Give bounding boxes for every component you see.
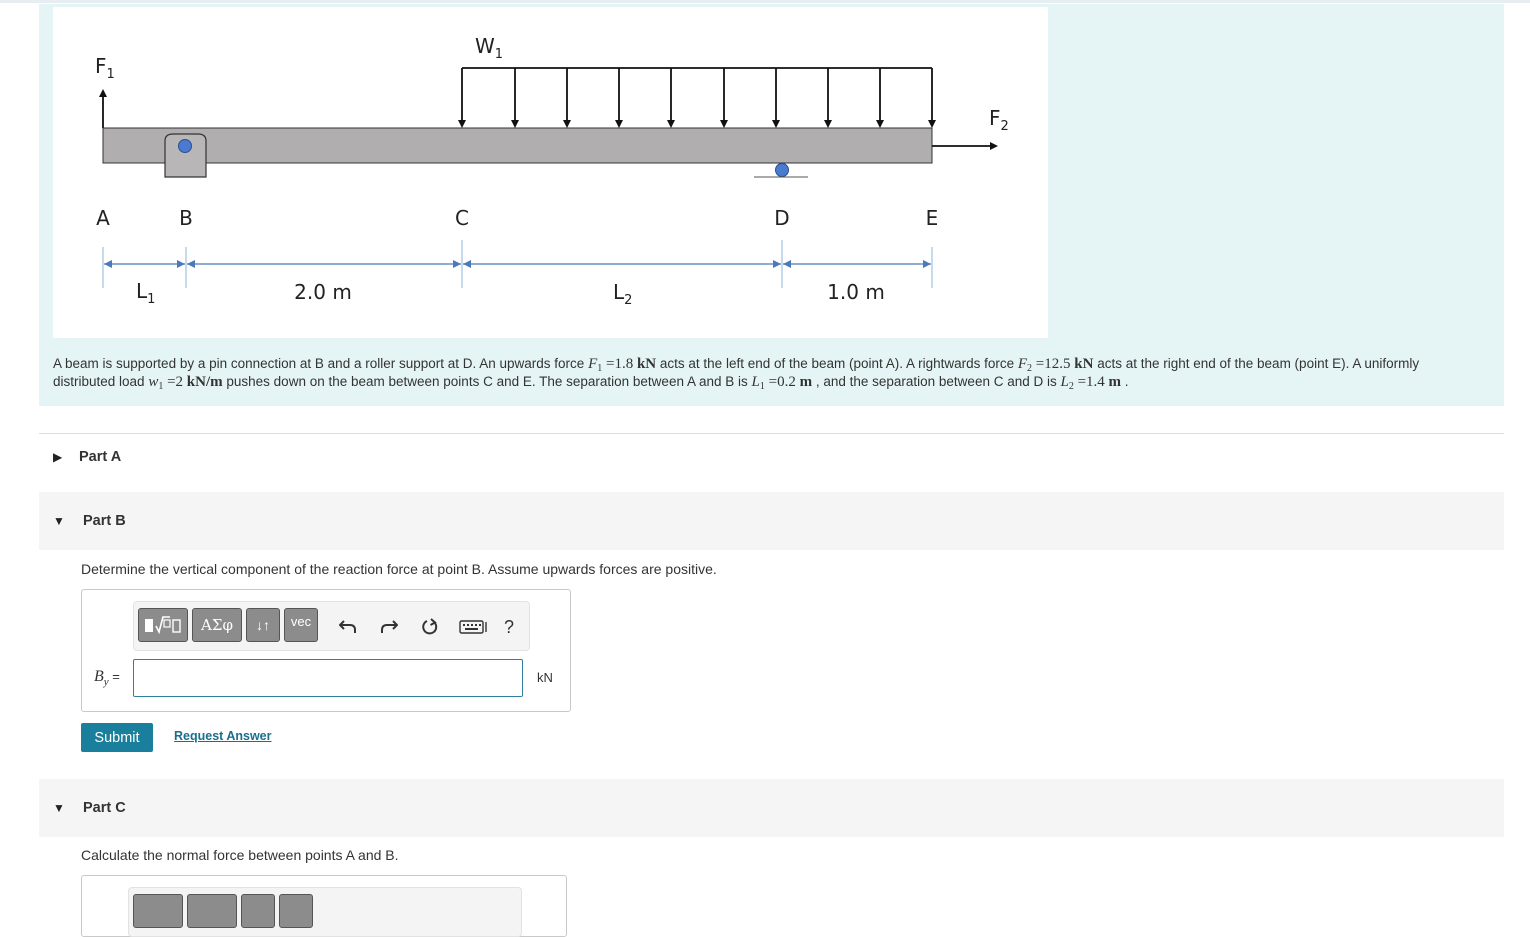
math-f1: F1 =1.8 kN	[588, 356, 657, 374]
keyboard-icon[interactable]	[457, 614, 491, 640]
roller-d	[775, 163, 789, 177]
caret-right-icon: ▶	[53, 450, 63, 464]
part-c-arrows-button[interactable]	[241, 894, 275, 928]
answer-input[interactable]	[133, 659, 523, 697]
part-c-vec-button[interactable]	[279, 894, 313, 928]
math-f2: F2 =12.5 kN	[1017, 356, 1094, 374]
answer-unit: kN	[537, 670, 553, 685]
arrows-button[interactable]: ↓↑	[246, 608, 280, 642]
label-point-e: E	[926, 206, 939, 230]
part-c-templates-button[interactable]	[133, 894, 183, 928]
caret-down-icon: ▼	[53, 514, 65, 528]
beam	[102, 127, 933, 164]
dim-label-l1: L1	[136, 279, 155, 307]
part-b-label: Part B	[83, 513, 126, 529]
math-toolbar: ΑΣφ ↓↑ vec ?	[133, 601, 530, 651]
caret-down-icon: ▼	[53, 801, 65, 815]
part-c-greek-symbols-button[interactable]	[187, 894, 237, 928]
label-point-d: D	[774, 206, 789, 230]
undo-icon[interactable]	[335, 614, 361, 640]
help-icon[interactable]: ?	[496, 614, 522, 640]
redo-icon[interactable]	[376, 614, 402, 640]
part-c-answer-box	[81, 875, 567, 937]
distributed-load-arrows	[458, 68, 936, 128]
templates-button[interactable]	[138, 608, 188, 642]
part-b-header[interactable]: ▼ Part B	[39, 492, 1504, 550]
part-a-header[interactable]: ▶ Part A	[39, 428, 1504, 486]
greek-symbols-button[interactable]: ΑΣφ	[192, 608, 242, 642]
submit-button[interactable]: Submit	[81, 723, 153, 752]
part-c-question: Calculate the normal force between point…	[81, 847, 399, 863]
top-border	[0, 0, 1530, 3]
label-point-c: C	[455, 206, 469, 230]
part-c-math-toolbar	[128, 887, 522, 937]
request-answer-link[interactable]: Request Answer	[174, 729, 271, 743]
vec-button[interactable]: vec	[284, 608, 318, 642]
beam-figure: F1 W1 F2 A B C D E L1 2.0 m L2 1.0 m	[53, 7, 1048, 338]
pin-b	[178, 139, 192, 153]
label-f1: F1	[95, 54, 115, 82]
label-point-a: A	[96, 206, 110, 230]
beam-diagram: F1 W1 F2 A B C D E L1 2.0 m L2 1.0 m	[95, 34, 1009, 308]
answer-variable-label: By =	[94, 668, 120, 689]
label-point-b: B	[179, 206, 193, 230]
part-c-header[interactable]: ▼ Part C	[39, 779, 1504, 837]
part-b-question: Determine the vertical component of the …	[81, 561, 717, 577]
dim-label-de: 1.0 m	[827, 280, 885, 304]
part-a-label: Part A	[79, 449, 122, 465]
math-w1: w1 =2 kN/m	[148, 374, 223, 392]
math-l1: L1 =0.2 m	[751, 374, 813, 392]
dim-label-l2: L2	[613, 280, 632, 308]
label-f2: F2	[989, 106, 1009, 134]
math-l2: L2 =1.4 m	[1060, 374, 1122, 392]
templates-icon	[143, 614, 183, 636]
part-b-answer-box: ΑΣφ ↓↑ vec ? By = kN	[81, 589, 571, 712]
label-w1: W1	[475, 34, 503, 62]
problem-statement: A beam is supported by a pin connection …	[53, 356, 1420, 392]
part-c-label: Part C	[83, 800, 126, 816]
dim-label-bc: 2.0 m	[294, 280, 352, 304]
reset-icon[interactable]	[417, 614, 443, 640]
